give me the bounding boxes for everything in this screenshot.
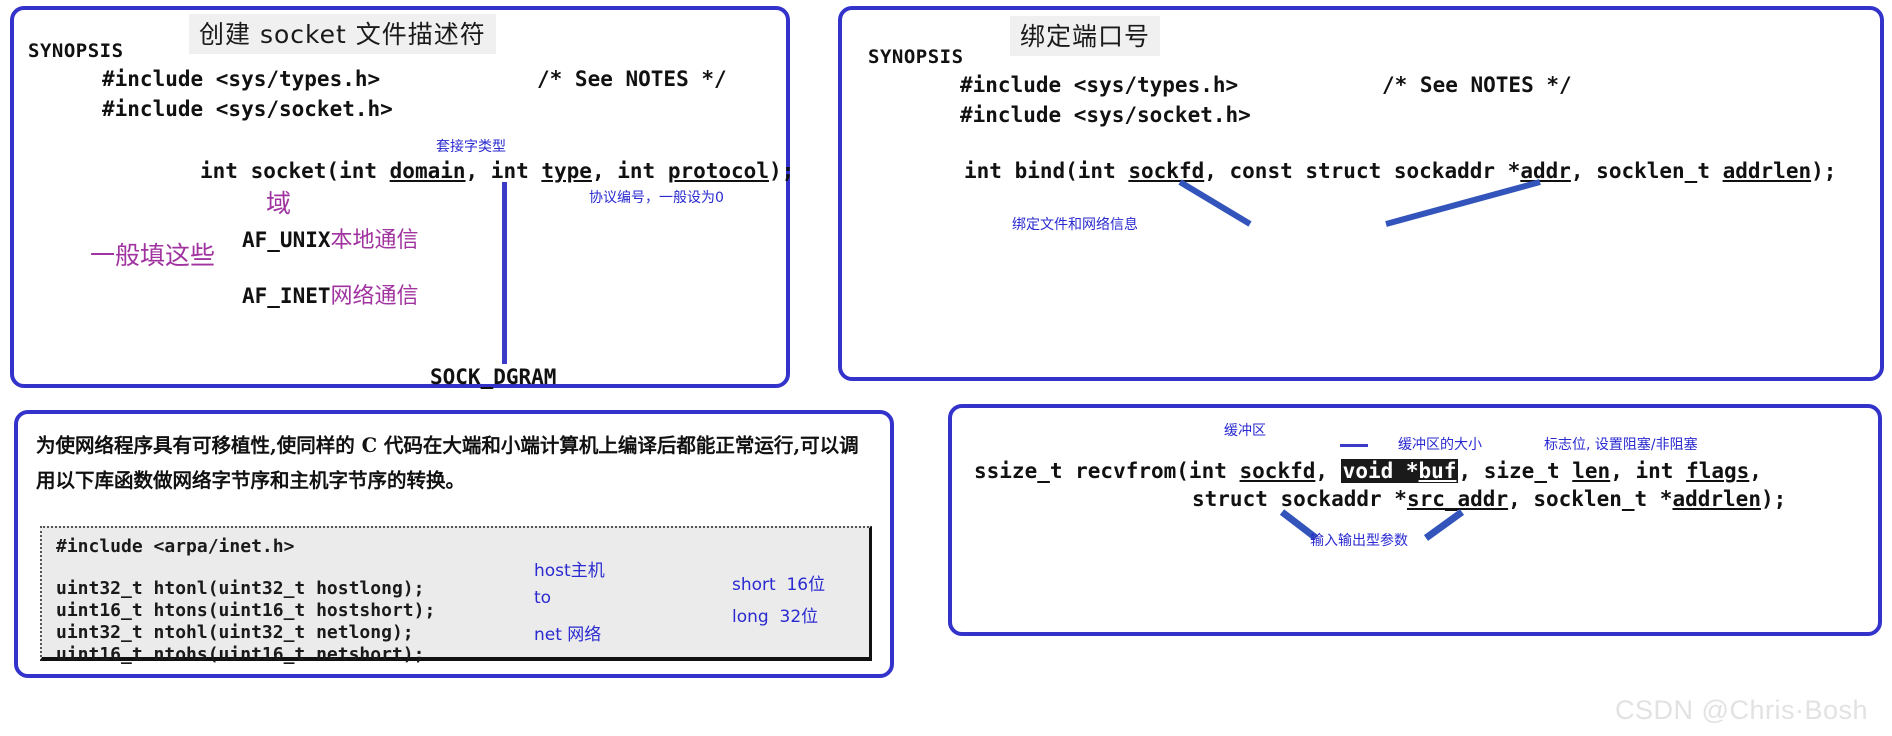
annotation-socket-fill-these: 一般填这些 [90,241,216,270]
socket-include-socket: #include <sys/socket.h> [102,97,393,121]
socket-af-inet-meaning: 网络通信 [330,284,419,309]
connector-line-type-to-sockdgram [502,182,507,364]
annotation-legend-to: to [534,588,552,608]
socket-see-notes-comment: /* See NOTES */ [537,67,727,91]
annotation-legend-net: net 网络 [534,625,602,645]
socket-af-unix-row: AF_UNIX本地通信 [242,222,419,254]
byte-order-code-include: #include <arpa/inet.h> [56,536,295,557]
socket-af-unix-keyword: AF_UNIX [242,228,331,252]
panel-socket-synopsis: 创建 socket 文件描述符 SYNOPSIS #include <sys/t… [10,6,794,389]
socket-param-domain: domain [389,159,466,183]
socket-prototype: int socket(int domain, int type, int pro… [200,158,794,184]
annotation-legend-short-bits: short 16位 [732,575,826,595]
socket-include-types: #include <sys/types.h> [102,67,381,91]
socket-sock-dgram-keyword: SOCK_DGRAM [430,365,557,389]
watermark-csdn-author: CSDN @Chris·Bosh [1615,695,1868,725]
socket-param-protocol: protocol [667,159,769,183]
recvfrom-annotation-leader-lines [1279,509,1465,541]
annotation-bind-meaning: 绑定文件和网络信息 [1012,217,1138,233]
annotation-legend-long-bits: long 32位 [732,607,819,627]
socket-prototype-prefix: int socket(int [200,159,390,183]
socket-af-inet-keyword: AF_INET [242,284,331,308]
socket-prototype-sep2: , int [591,159,668,183]
panel-socket-title: 创建 socket 文件描述符 [189,14,496,54]
socket-af-inet-row: AF_INET网络通信 [242,278,419,310]
byte-order-code-ntohl: uint32_t ntohl(uint32_t netlong); [56,622,414,643]
annotation-legend-host: host主机 [534,561,605,581]
byte-order-code-htonl: uint32_t htonl(uint32_t hostlong); [56,578,425,599]
panel-recvfrom-prototype: 缓冲区 缓冲区的大小 标志位, 设置阻塞/非阻塞 ssize_t recvfro… [948,404,1882,636]
socket-synopsis-label: SYNOPSIS [28,40,124,62]
annotation-recvfrom-inout-param: 输入输出型参数 [1310,533,1408,549]
byte-order-code-htons: uint16_t htons(uint16_t hostshort); [56,600,436,621]
byte-order-code-block: #include <arpa/inet.h> uint32_t htonl(ui… [40,526,872,665]
annotation-socket-type: 套接字类型 [436,139,506,155]
byte-order-code-ntohs: uint16_t ntohs(uint16_t netshort); [56,644,425,665]
bind-annotation-leader-lines [1178,179,1541,227]
socket-af-unix-meaning: 本地通信 [330,228,419,253]
panel-bind-synopsis: 绑定端口号 SYNOPSIS #include <sys/types.h> /*… [838,6,1884,381]
annotation-socket-protocol: 协议编号，一般设为0 [589,190,724,206]
socket-prototype-suffix: ); [768,159,795,183]
panel-byte-order-explanation: 为使网络程序具有可移植性,使同样的 C 代码在大端和小端计算机上编译后都能正常运… [14,410,894,678]
socket-prototype-sep1: , int [465,159,542,183]
socket-param-type: type [541,159,592,183]
annotation-socket-domain: 域 [266,189,292,218]
byte-order-paragraph: 为使网络程序具有可移植性,使同样的 C 代码在大端和小端计算机上编译后都能正常运… [36,434,859,492]
